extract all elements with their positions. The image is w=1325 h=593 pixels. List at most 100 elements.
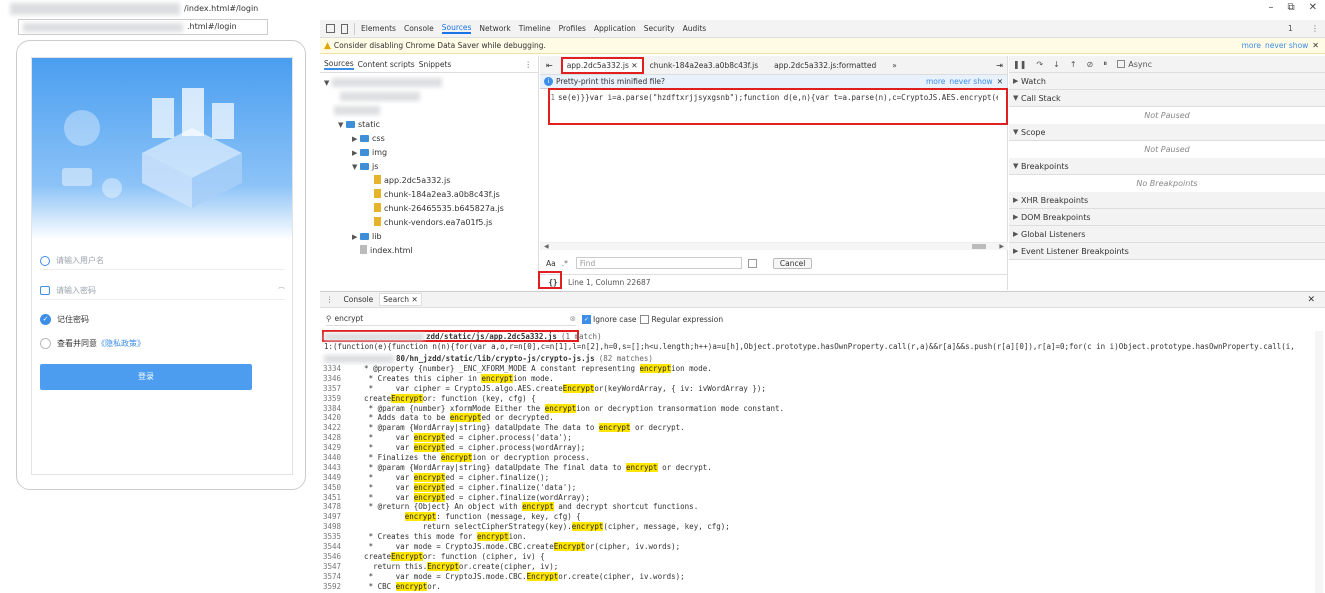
drawer-tab-console[interactable]: Console	[344, 295, 374, 304]
drawer-tab-search[interactable]: Search ✕	[379, 293, 422, 306]
eye-icon[interactable]: ⌒	[278, 286, 285, 296]
step-into-icon[interactable]: ↓	[1053, 60, 1060, 69]
pretty-more-link[interactable]: more	[926, 77, 945, 86]
devtools-tab-console[interactable]: Console	[404, 24, 434, 33]
match-row[interactable]: 3357 * var cipher = CryptoJS.algo.AES.cr…	[320, 383, 1316, 394]
password-field[interactable]: 请输入密码 ⌒	[40, 282, 285, 300]
match-row[interactable]: 3546 createEncryptor: function (cipher, …	[320, 551, 1316, 562]
tab-snippets[interactable]: Snippets	[419, 60, 452, 69]
match-row[interactable]: 3449 * var encrypted = cipher.finalize()…	[320, 472, 1316, 483]
section-call-stack[interactable]: ▼ Call Stack	[1009, 90, 1325, 107]
tree-js[interactable]: ▼ js	[324, 160, 538, 174]
match-row[interactable]: 3451 * var encrypted = cipher.finalize(w…	[320, 492, 1316, 503]
horizontal-scrollbar[interactable]: ◀ ▶	[540, 242, 1008, 250]
step-out-icon[interactable]: ↑	[1070, 60, 1077, 69]
tree-index[interactable]: index.html	[324, 244, 538, 258]
results-scrollbar[interactable]	[1315, 331, 1323, 593]
find-input[interactable]: Find	[575, 257, 742, 269]
search-input[interactable]: ⚲ encrypt ⊗	[326, 312, 576, 326]
match-row[interactable]: 3440 * Finalizes the encryption or decry…	[320, 453, 1316, 463]
tree-file[interactable]: app.2dc5a332.js	[324, 174, 538, 188]
drawer-menu-icon[interactable]: ⋮	[326, 295, 334, 304]
match-row[interactable]: 3450 * var encrypted = cipher.finalize('…	[320, 482, 1316, 493]
devtools-tab-security[interactable]: Security	[644, 24, 675, 33]
match-case-toggle[interactable]: Aa	[546, 259, 556, 268]
section-scope[interactable]: ▼ Scope	[1009, 124, 1325, 141]
cancel-button[interactable]: Cancel	[772, 257, 813, 269]
url-text[interactable]: /index.html#/login	[184, 4, 258, 13]
agree-row[interactable]: 查看并同意 《隐私政策》	[40, 336, 145, 350]
match-row[interactable]: 3420 * Adds data to be encrypted or decr…	[320, 413, 1316, 423]
remember-row[interactable]: ✓ 记住密码	[40, 312, 89, 326]
match-row[interactable]: 3346 * Creates this cipher in encryption…	[320, 373, 1316, 384]
tree-css[interactable]: ▶ css	[324, 132, 538, 146]
regex-toggle[interactable]: .*	[562, 259, 568, 268]
clear-search-icon[interactable]: ⊗	[570, 314, 576, 323]
minimize-button[interactable]: –	[1268, 2, 1273, 13]
match-row[interactable]: 3359 createEncryptor: function (key, cfg…	[320, 393, 1316, 404]
match-row[interactable]: 3498 return selectCipherStrategy(key).en…	[320, 522, 1316, 532]
result-file-2[interactable]: 80/hn_jzdd/static/lib/crypto-js/crypto-j…	[320, 353, 1316, 364]
match-row[interactable]: 3422 * @param {WordArray|string} dataUpd…	[320, 423, 1316, 433]
pretty-print-button[interactable]: {}	[544, 278, 562, 287]
agree-checkbox-icon[interactable]	[40, 337, 51, 349]
login-button[interactable]: 登录	[40, 364, 252, 390]
more-tabs-icon[interactable]: »	[892, 61, 897, 70]
section-event-listener-breakpoints[interactable]: ▶ Event Listener Breakpoints	[1009, 243, 1325, 260]
tree-root[interactable]: ▼	[324, 76, 538, 90]
pause-icon[interactable]: ❚❚	[1013, 60, 1026, 69]
toggle-navigator-icon[interactable]: ⇤	[546, 61, 553, 70]
tree-file[interactable]: chunk-184a2ea3.a0b8c43f.js	[324, 188, 538, 202]
pretty-never-link[interactable]: never show	[949, 77, 992, 86]
editor-tab-chunk[interactable]: chunk-184a2ea3.a0b8c43f.js	[650, 61, 759, 70]
devtools-tab-sources[interactable]: Sources	[441, 23, 472, 34]
device-mode-icon[interactable]	[341, 23, 348, 34]
close-drawer-icon[interactable]: ✕	[1307, 295, 1315, 305]
regex-checkbox[interactable]	[640, 314, 650, 324]
section-dom-breakpoints[interactable]: ▶ DOM Breakpoints	[1009, 209, 1325, 226]
async-toggle[interactable]: Async	[1117, 60, 1152, 69]
devtools-tab-application[interactable]: Application	[594, 24, 636, 33]
result-file-1[interactable]: zdd/static/js/app.2dc5a332.js (1 match)	[320, 331, 1316, 342]
tree-file[interactable]: chunk-vendors.ea7a01f5.js	[324, 216, 538, 230]
result-line[interactable]: 1:(function(e){function n(n){for(var a,o…	[320, 342, 1316, 353]
devtools-tab-timeline[interactable]: Timeline	[519, 24, 551, 33]
section-breakpoints[interactable]: ▼ Breakpoints	[1009, 158, 1325, 175]
editor-tab-app[interactable]: app.2dc5a332.js ✕	[560, 56, 644, 74]
checkbox-checked-icon[interactable]: ✓	[40, 313, 51, 325]
tab-content-scripts[interactable]: Content scripts	[358, 60, 415, 69]
match-row[interactable]: 3478 * @return {Object} An object with e…	[320, 502, 1316, 512]
match-row[interactable]: 3535 * Creates this mode for encryption.	[320, 532, 1316, 542]
match-row[interactable]: 3547 return this.Encryptor.create(cipher…	[320, 561, 1316, 572]
match-row[interactable]: 3592 * CBC encryptor.	[320, 581, 1316, 592]
devtools-tab-profiles[interactable]: Profiles	[559, 24, 586, 33]
find-checkbox[interactable]	[747, 258, 757, 268]
code-line[interactable]: 1 se(e)}}var i=a.parse("hzdftxrjjsyxgsnb…	[540, 89, 1007, 103]
section-xhr-breakpoints[interactable]: ▶ XHR Breakpoints	[1009, 192, 1325, 209]
maximize-button[interactable]: ⧉	[1287, 2, 1294, 13]
devtools-tab-network[interactable]: Network	[479, 24, 510, 33]
section-global-listeners[interactable]: ▶ Global Listeners	[1009, 226, 1325, 243]
pause-on-exceptions-icon[interactable]: ⏸	[1103, 59, 1107, 69]
navigator-menu-icon[interactable]: ⋮	[525, 60, 533, 69]
warning-never-link[interactable]: never show	[1265, 41, 1308, 50]
username-field[interactable]: 请输入用户名	[40, 252, 285, 270]
more-menu-icon[interactable]: ⋮	[1311, 24, 1319, 33]
close-icon[interactable]: ✕	[997, 77, 1003, 86]
close-icon[interactable]: ✕	[1312, 41, 1319, 50]
match-row[interactable]: 3429 * var encrypted = cipher.process(wo…	[320, 443, 1316, 453]
match-row[interactable]: 3574 * var mode = CryptoJS.mode.CBC.Encr…	[320, 571, 1316, 582]
match-row[interactable]: 3544 * var mode = CryptoJS.mode.CBC.crea…	[320, 542, 1316, 552]
deactivate-breakpoints-icon[interactable]: ⊘	[1087, 60, 1094, 69]
tree-file[interactable]: chunk-26465535.b645827a.js	[324, 202, 538, 216]
match-row[interactable]: 3443 * @param {WordArray|string} dataUpd…	[320, 462, 1316, 473]
close-window-button[interactable]: ✕	[1309, 2, 1317, 13]
tree-static[interactable]: ▼ static	[324, 118, 538, 132]
privacy-link[interactable]: 《隐私政策》	[97, 338, 145, 349]
match-row[interactable]: 3334 * @property {number} _ENC_XFORM_MOD…	[320, 364, 1316, 374]
ignore-case-checkbox[interactable]: ✓	[582, 314, 591, 324]
match-row[interactable]: 3384 * @param {number} xformMode Either …	[320, 403, 1316, 414]
tree-img[interactable]: ▶ img	[324, 146, 538, 160]
inspect-icon[interactable]	[326, 24, 335, 33]
tab-sources[interactable]: Sources	[324, 59, 354, 70]
